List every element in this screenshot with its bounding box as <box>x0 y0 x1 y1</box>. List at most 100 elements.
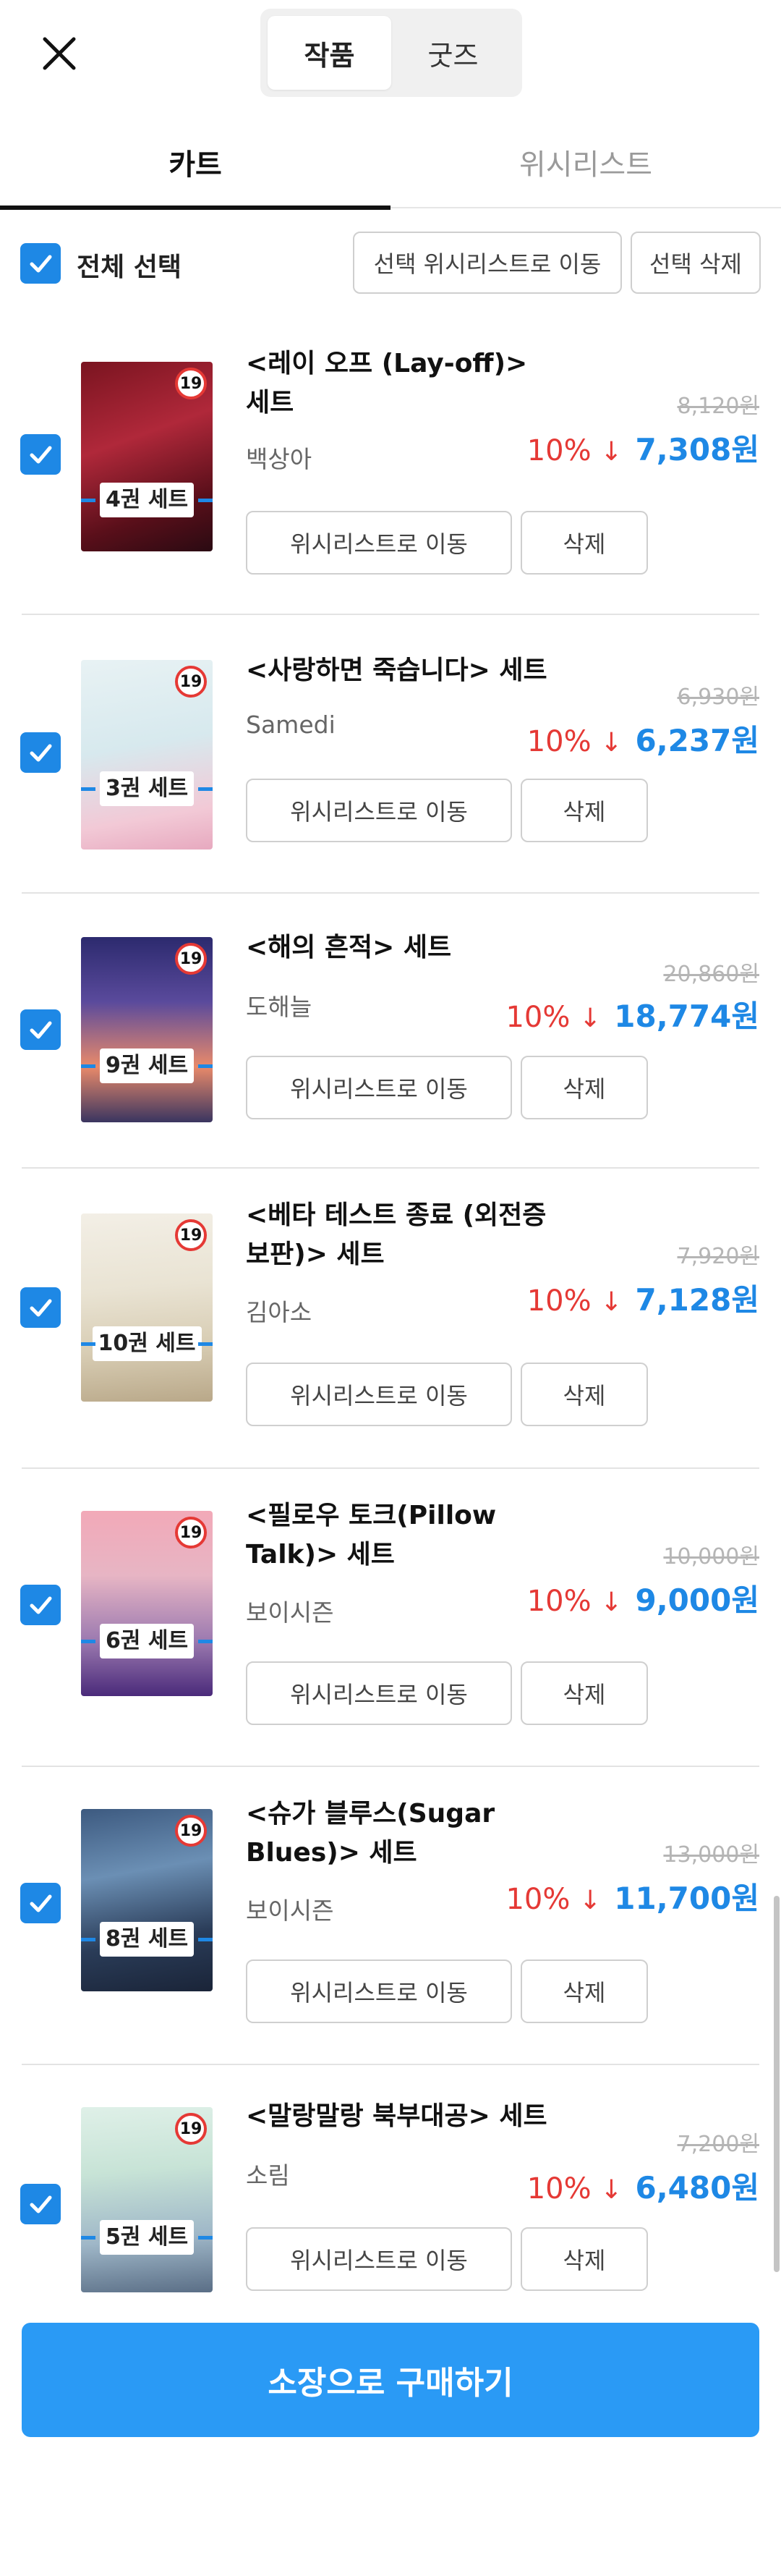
move-to-wishlist-button[interactable]: 위시리스트로 이동 <box>246 1056 512 1119</box>
item-checkbox[interactable] <box>20 1883 61 1923</box>
price-row: 10% ↓ 6,237원 <box>527 716 759 760</box>
cart-item: 19 10권 세트 <베타 테스트 종료 (외전증보판)> 세트 김아소 7,9… <box>0 1169 781 1469</box>
book-cover[interactable]: 19 9권 세트 <box>81 937 213 1122</box>
move-to-wishlist-button[interactable]: 위시리스트로 이동 <box>246 1363 512 1426</box>
age-rating-badge: 19 <box>175 368 207 399</box>
book-cover[interactable]: 19 6권 세트 <box>81 1511 213 1696</box>
book-cover[interactable]: 19 3권 세트 <box>81 660 213 850</box>
book-cover[interactable]: 19 8권 세트 <box>81 1809 213 1991</box>
down-arrow-icon: ↓ <box>579 1886 602 1915</box>
set-count-badge: 6권 세트 <box>81 1623 213 1659</box>
price-row: 10% ↓ 18,774원 <box>505 992 759 1036</box>
tab-wishlist[interactable]: 위시리스트 <box>390 116 781 208</box>
item-checkbox[interactable] <box>20 434 61 475</box>
check-icon <box>30 446 52 464</box>
set-count-badge: 5권 세트 <box>81 2219 213 2255</box>
check-icon <box>30 744 52 762</box>
original-price: 13,000원 <box>663 1842 759 1868</box>
item-author[interactable]: 소림 <box>246 2156 290 2191</box>
move-to-wishlist-button[interactable]: 위시리스트로 이동 <box>246 779 512 842</box>
segment-goods[interactable]: 굿즈 <box>391 16 515 90</box>
delete-button[interactable]: 삭제 <box>521 1056 648 1119</box>
price-row: 10% ↓ 7,308원 <box>527 425 759 470</box>
move-selected-to-wishlist-button[interactable]: 선택 위시리스트로 이동 <box>353 232 622 294</box>
item-checkbox[interactable] <box>20 1585 61 1625</box>
header: 작품 굿즈 <box>0 0 781 101</box>
move-to-wishlist-button[interactable]: 위시리스트로 이동 <box>246 511 512 575</box>
discount-rate: 10% ↓ <box>505 1001 602 1034</box>
item-checkbox[interactable] <box>20 2184 61 2224</box>
age-rating-badge: 19 <box>175 1219 207 1251</box>
move-to-wishlist-button[interactable]: 위시리스트로 이동 <box>246 2227 512 2291</box>
original-price: 7,920원 <box>677 1244 759 1269</box>
cart-item: 19 4권 세트 <레이 오프 (Lay-off)> 세트 백상아 8,120원… <box>0 318 781 615</box>
final-price: 7,308원 <box>635 432 760 467</box>
item-author[interactable]: 김아소 <box>246 1293 312 1328</box>
cart-item: 19 8권 세트 <슈가 블루스(Sugar Blues)> 세트 보이시즌 1… <box>0 1767 781 2065</box>
item-title[interactable]: <레이 오프 (Lay-off)> 세트 <box>246 344 550 423</box>
delete-button[interactable]: 삭제 <box>521 2227 648 2291</box>
move-to-wishlist-button[interactable]: 위시리스트로 이동 <box>246 1959 512 2023</box>
final-price: 6,480원 <box>635 2170 760 2206</box>
check-icon <box>30 255 52 273</box>
delete-button[interactable]: 삭제 <box>521 779 648 842</box>
item-checkbox[interactable] <box>20 1287 61 1328</box>
check-icon <box>30 1021 52 1039</box>
delete-button[interactable]: 삭제 <box>521 1363 648 1426</box>
final-price: 18,774원 <box>614 999 759 1034</box>
item-title[interactable]: <슈가 블루스(Sugar Blues)> 세트 <box>246 1795 550 1873</box>
check-icon <box>30 1299 52 1317</box>
set-count-badge: 10권 세트 <box>81 1326 213 1362</box>
book-cover[interactable]: 19 4권 세트 <box>81 362 213 551</box>
segment-works[interactable]: 작품 <box>268 16 391 90</box>
category-segment: 작품 굿즈 <box>260 9 522 97</box>
check-icon <box>30 2195 52 2213</box>
set-count-badge: 9권 세트 <box>81 1048 213 1084</box>
close-button[interactable] <box>33 27 85 80</box>
final-price: 7,128원 <box>635 1282 760 1318</box>
tab-cart[interactable]: 카트 <box>0 116 390 210</box>
final-price: 9,000원 <box>635 1583 760 1618</box>
cart-item: 19 3권 세트 <사랑하면 죽습니다> 세트 Samedi 6,930원 10… <box>0 615 781 894</box>
item-title[interactable]: <필로우 토크(Pillow Talk)> 세트 <box>246 1496 550 1575</box>
select-all-checkbox[interactable] <box>20 243 61 284</box>
delete-selected-button[interactable]: 선택 삭제 <box>631 232 761 294</box>
move-to-wishlist-button[interactable]: 위시리스트로 이동 <box>246 1661 512 1725</box>
item-author[interactable]: 보이시즌 <box>246 1891 333 1926</box>
book-cover[interactable]: 19 10권 세트 <box>81 1213 213 1402</box>
down-arrow-icon: ↓ <box>600 728 623 758</box>
item-author[interactable]: Samedi <box>246 711 336 739</box>
select-row: 전체 선택 선택 위시리스트로 이동 선택 삭제 <box>0 210 781 318</box>
item-author[interactable]: 도해늘 <box>246 988 312 1022</box>
item-checkbox[interactable] <box>20 732 61 773</box>
delete-button[interactable]: 삭제 <box>521 1661 648 1725</box>
item-author[interactable]: 보이시즌 <box>246 1593 333 1628</box>
purchase-button[interactable]: 소장으로 구매하기 <box>22 2323 759 2437</box>
price-row: 10% ↓ 7,128원 <box>527 1276 759 1320</box>
original-price: 6,930원 <box>677 685 759 710</box>
age-rating-badge: 19 <box>175 1517 207 1548</box>
discount-rate: 10% ↓ <box>526 1585 623 1618</box>
delete-button[interactable]: 삭제 <box>521 1959 648 2023</box>
discount-rate: 10% ↓ <box>526 1284 623 1318</box>
cart-item: 19 9권 세트 <해의 흔적> 세트 도해늘 20,860원 10% ↓ 18… <box>0 894 781 1169</box>
price-row: 10% ↓ 6,480원 <box>527 2164 759 2208</box>
tab-bar: 카트 위시리스트 <box>0 116 781 210</box>
check-icon <box>30 1894 52 1912</box>
down-arrow-icon: ↓ <box>600 2175 623 2205</box>
item-title[interactable]: <베타 테스트 종료 (외전증보판)> 세트 <box>246 1196 550 1274</box>
item-author[interactable]: 백상아 <box>246 440 312 475</box>
item-checkbox[interactable] <box>20 1009 61 1050</box>
delete-button[interactable]: 삭제 <box>521 511 648 575</box>
cart-item: 19 5권 세트 <말랑말랑 북부대공> 세트 소림 7,200원 10% ↓ … <box>0 2065 781 2304</box>
scrollbar[interactable] <box>774 1896 780 2272</box>
age-rating-badge: 19 <box>175 666 207 698</box>
item-title[interactable]: <사랑하면 죽습니다> 세트 <box>246 651 550 690</box>
discount-rate: 10% ↓ <box>526 2172 623 2206</box>
close-icon <box>43 37 76 70</box>
item-title[interactable]: <말랑말랑 북부대공> 세트 <box>246 2097 550 2136</box>
final-price: 6,237원 <box>635 723 760 758</box>
age-rating-badge: 19 <box>175 943 207 975</box>
book-cover[interactable]: 19 5권 세트 <box>81 2107 213 2292</box>
item-title[interactable]: <해의 흔적> 세트 <box>246 928 550 967</box>
